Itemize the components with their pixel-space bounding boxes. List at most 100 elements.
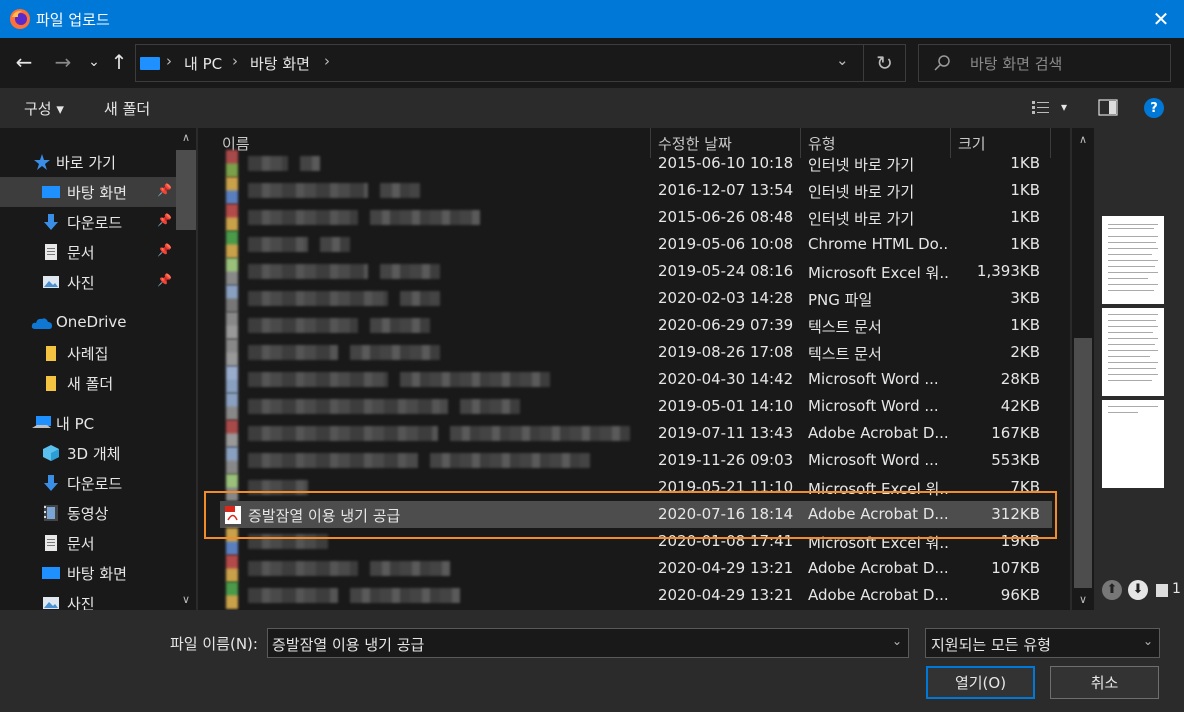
redacted-file-name <box>460 399 520 414</box>
breadcrumb-desktop[interactable]: 바탕 화면 <box>250 53 310 74</box>
scroll-down-icon[interactable]: ∨ <box>176 590 196 610</box>
file-row[interactable]: 2019-05-24 08:16 Microsoft Excel 워... 1,39… <box>220 258 1052 285</box>
sidebar-item-downloads[interactable]: 다운로드 📌 <box>0 207 176 237</box>
filename-value: 증발잠열 이용 냉기 공급 <box>272 636 425 654</box>
sidebar-item-pc-documents[interactable]: 문서 <box>0 528 176 558</box>
scroll-up-icon[interactable]: ∧ <box>1072 130 1094 150</box>
filename-input[interactable]: 증발잠열 이용 냉기 공급 ⌄ <box>267 628 909 658</box>
redacted-file-name <box>248 345 338 360</box>
file-row[interactable]: 2020-02-03 14:28 PNG 파일 3KB <box>220 285 1052 312</box>
recent-locations-button[interactable]: ⌄ <box>82 50 106 74</box>
file-row[interactable]: 2020-04-30 14:42 Microsoft Word ... 28KB <box>220 366 1052 393</box>
preview-page-number: 1 <box>1172 581 1181 597</box>
file-name: 증발잠열 이용 냉기 공급 <box>248 507 401 525</box>
command-toolbar: 구성 ▾ 새 폴더 ▾ ? <box>0 88 1184 128</box>
up-button[interactable]: ↑ <box>107 50 131 74</box>
file-row[interactable]: 증발잠열 이용 냉기 공급 2020-07-16 18:14 Adobe Acrob… <box>220 501 1052 528</box>
sidebar-item-new-folder[interactable]: 새 폴더 <box>0 368 176 398</box>
file-size: 1KB <box>1010 316 1040 334</box>
scrollbar-thumb[interactable] <box>1074 338 1092 588</box>
chevron-down-icon[interactable]: ⌄ <box>892 634 902 648</box>
sidebar-item-documents[interactable]: 문서 📌 <box>0 237 176 267</box>
file-row[interactable]: 2020-04-29 13:21 Adobe Acrobat D... 107KB <box>220 555 1052 582</box>
sidebar-scrollbar[interactable]: ∧ ∨ <box>176 128 196 610</box>
sidebar-item-this-pc[interactable]: 내 PC <box>0 408 176 438</box>
sidebar-item-pc-pictures[interactable]: 사진 <box>0 588 176 610</box>
redacted-file-name <box>248 426 438 441</box>
address-bar[interactable]: › 내 PC › 바탕 화면 › ⌄ ↻ <box>135 44 906 82</box>
redacted-file-name <box>450 426 630 441</box>
sort-ascending-icon: ⌃ <box>426 128 437 137</box>
file-row[interactable]: 2015-06-26 08:48 인터넷 바로 가기 1KB <box>220 204 1052 231</box>
pin-icon: 📌 <box>157 243 172 257</box>
help-button[interactable]: ? <box>1144 98 1164 118</box>
navigation-pane: 바로 가기 바탕 화면 📌 다운로드 📌 문서 📌 사진 📌 OneDrive … <box>0 128 196 610</box>
file-row[interactable]: 2020-01-08 17:41 Microsoft Excel 워... 19KB <box>220 528 1052 555</box>
redacted-file-name <box>380 264 440 279</box>
redacted-file-name <box>400 291 440 306</box>
breadcrumb-separator-icon: › <box>232 52 238 70</box>
file-row[interactable]: 2019-07-11 13:43 Adobe Acrobat D... 167KB <box>220 420 1052 447</box>
file-row[interactable]: 2019-05-01 14:10 Microsoft Word ... 42KB <box>220 393 1052 420</box>
redacted-file-name <box>248 183 368 198</box>
file-row[interactable]: 2019-05-06 10:08 Chrome HTML Do... 1KB <box>220 231 1052 258</box>
sidebar-item-casebook-folder[interactable]: 사례집 <box>0 338 176 368</box>
redacted-file-name <box>370 210 480 225</box>
open-button[interactable]: 열기(O) <box>926 666 1035 699</box>
organize-button[interactable]: 구성 ▾ <box>24 98 64 119</box>
view-list-icon[interactable] <box>1031 100 1051 116</box>
file-type: Microsoft Excel 워... <box>808 534 948 552</box>
redacted-file-icon <box>226 150 238 177</box>
file-type: 텍스트 문서 <box>808 318 882 336</box>
cancel-button[interactable]: 취소 <box>1050 666 1159 699</box>
scroll-up-icon[interactable]: ∧ <box>176 128 196 148</box>
sidebar-item-videos[interactable]: 동영상 <box>0 498 176 528</box>
address-dropdown-icon[interactable]: ⌄ <box>836 51 849 69</box>
close-window-button[interactable]: ✕ <box>1138 0 1184 38</box>
redacted-file-icon <box>226 474 238 501</box>
redacted-file-name <box>248 453 418 468</box>
breadcrumb-my-pc[interactable]: 내 PC <box>184 53 222 74</box>
file-row[interactable]: 2019-08-26 17:08 텍스트 문서 2KB <box>220 339 1052 366</box>
sidebar-item-onedrive[interactable]: OneDrive <box>0 308 176 338</box>
redacted-file-icon <box>226 447 238 474</box>
download-icon <box>44 475 58 491</box>
preview-up-icon[interactable]: ⬆ <box>1102 580 1122 600</box>
sidebar-item-desktop[interactable]: 바탕 화면 📌 <box>0 177 176 207</box>
preview-down-icon[interactable]: ⬇ <box>1128 580 1148 600</box>
file-row[interactable]: 2019-05-21 11:10 Microsoft Excel 워... 7KB <box>220 474 1052 501</box>
preview-page-thumbnail <box>1102 216 1164 304</box>
redacted-file-name <box>248 534 328 549</box>
file-modified-date: 2019-05-24 08:16 <box>658 262 794 280</box>
file-row[interactable]: 2016-12-07 13:54 인터넷 바로 가기 1KB <box>220 177 1052 204</box>
new-folder-button[interactable]: 새 폴더 <box>104 98 150 119</box>
file-row[interactable]: 2020-04-29 13:21 Adobe Acrobat D... 96KB <box>220 582 1052 609</box>
file-size: 167KB <box>991 424 1040 442</box>
file-row[interactable]: 2020-06-29 07:39 텍스트 문서 1KB <box>220 312 1052 339</box>
preview-page-thumbnail <box>1102 400 1164 488</box>
file-list-scrollbar[interactable]: ∧ ∨ <box>1072 128 1094 610</box>
file-type: Adobe Acrobat D... <box>808 424 948 442</box>
preview-page-thumbnail <box>1102 308 1164 396</box>
breadcrumb-separator-icon: › <box>166 52 172 70</box>
file-row[interactable]: 2019-11-26 09:03 Microsoft Word ... 553KB <box>220 447 1052 474</box>
sidebar-item-pc-desktop[interactable]: 바탕 화면 <box>0 558 176 588</box>
refresh-button[interactable]: ↻ <box>863 45 905 81</box>
preview-pane-icon[interactable] <box>1098 99 1118 116</box>
forward-button[interactable]: → <box>51 50 75 74</box>
search-box[interactable]: 바탕 화면 검색 <box>918 44 1171 82</box>
view-options-dropdown[interactable]: ▾ <box>1061 100 1067 114</box>
scroll-down-icon[interactable]: ∨ <box>1072 590 1094 610</box>
back-button[interactable]: ← <box>12 50 36 74</box>
sidebar-item-pictures[interactable]: 사진 📌 <box>0 267 176 297</box>
filetype-select[interactable]: 지원되는 모든 유형 ⌄ <box>925 628 1160 658</box>
file-type: Adobe Acrobat D... <box>808 559 948 577</box>
sidebar-item-3d-objects[interactable]: 3D 개체 <box>0 438 176 468</box>
filename-label: 파일 이름(N): <box>170 635 258 653</box>
file-row[interactable]: 2015-06-10 10:18 인터넷 바로 가기 1KB <box>220 150 1052 177</box>
sidebar-item-pc-downloads[interactable]: 다운로드 <box>0 468 176 498</box>
scrollbar-thumb[interactable] <box>176 150 196 230</box>
redacted-file-icon <box>226 393 238 420</box>
star-icon <box>34 154 50 170</box>
sidebar-item-quick-access[interactable]: 바로 가기 <box>0 147 176 177</box>
